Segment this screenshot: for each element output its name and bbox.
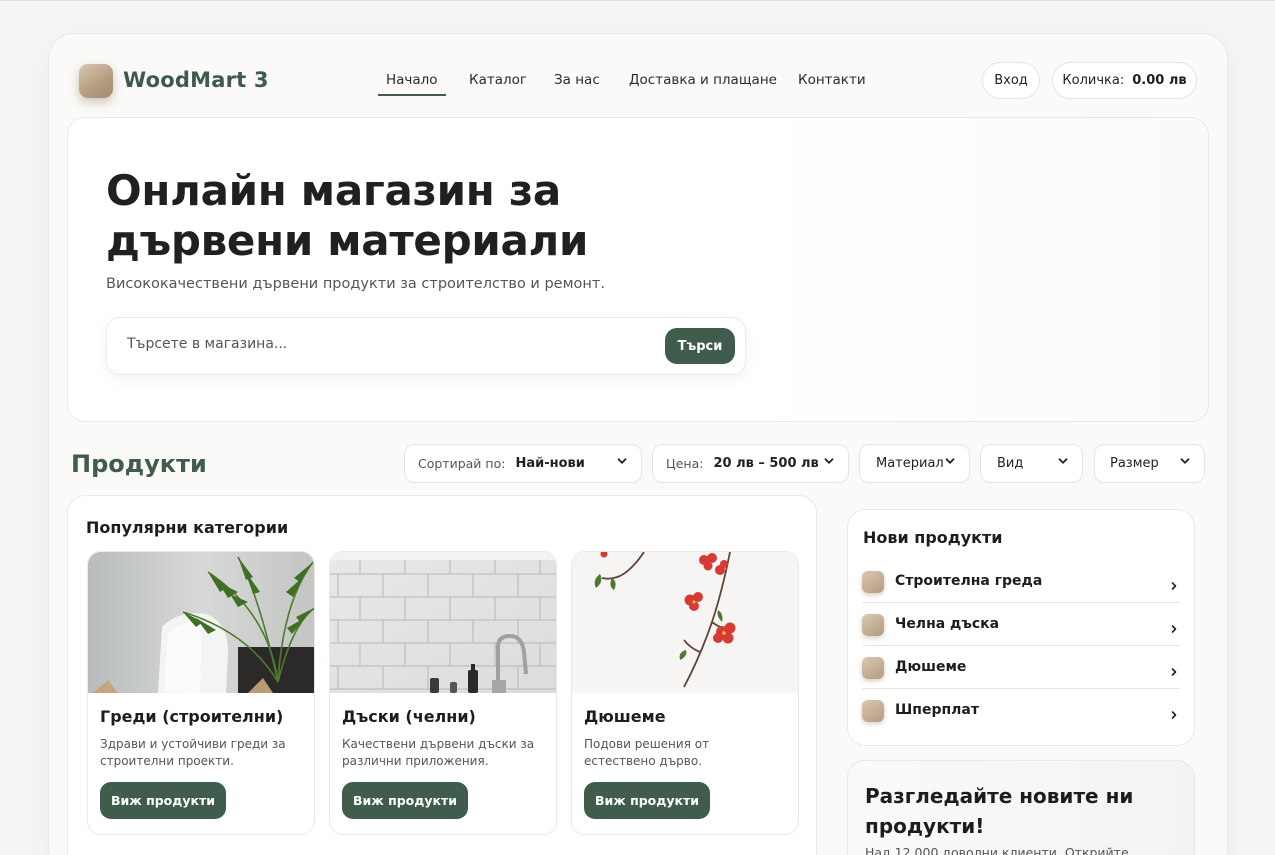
product-thumb-icon [862,614,884,636]
category-image-beams [88,552,314,693]
material-label: Материал [876,456,944,471]
price-select[interactable]: Цена: 20 лв – 500 лв [652,444,849,483]
popular-categories-card: Популярни категории Греди (строителни) З… [67,495,817,855]
promo-card[interactable]: Разгледайте новите ни продукти! Над 12 0… [847,760,1195,855]
chevron-right-icon [1170,662,1178,676]
promo-title: Разгледайте новите ни продукти! [865,784,1134,838]
new-product-name: Шперплат [895,702,979,718]
nav-catalog[interactable]: Каталог [469,72,527,88]
new-product-item[interactable]: Шперплат [862,689,1180,732]
category-title: Греди (строителни) [100,707,284,726]
new-product-name: Строителна греда [895,573,1043,589]
type-label: Вид [997,456,1024,471]
view-products-button[interactable]: Виж продукти [100,782,226,819]
chevron-down-icon [1180,456,1190,466]
hero-title: Онлайн магазин за дървени материали [106,166,589,265]
hero-banner: Онлайн магазин за дървени материали Висо… [67,117,1209,422]
price-value: 20 лв – 500 лв [713,456,819,471]
category-tile-beams[interactable]: Греди (строителни) Здрави и устойчиви гр… [87,551,315,835]
category-desc: Подови решения от естествено дърво. [584,737,710,768]
new-products-title: Нови продукти [863,528,1003,547]
category-title: Дюшеме [584,707,666,726]
chevron-down-icon [945,456,955,466]
new-product-item[interactable]: Челна дъска [862,603,1180,646]
chevron-down-icon [824,456,834,466]
category-image-boards [330,552,556,693]
new-products-card: Нови продукти Строителна греда Челна дъс… [847,509,1195,746]
category-desc: Качествени дървени дъски за различни при… [342,737,535,768]
categories-title: Популярни категории [86,518,289,537]
product-thumb-icon [862,571,884,593]
size-label: Размер [1110,456,1159,471]
sort-select[interactable]: Сортирай по: Най-нови [404,444,642,483]
category-tile-flooring[interactable]: Дюшеме Подови решения от естествено дърв… [571,551,799,835]
chevron-down-icon [1058,456,1068,466]
hero-subtitle: Висококачествени дървени продукти за стр… [106,276,605,292]
size-select[interactable]: Размер [1094,444,1205,483]
search-box: Търси [106,317,746,375]
new-product-name: Дюшеме [895,659,967,675]
category-desc: Здрави и устойчиви греди за строителни п… [100,737,286,768]
cart-total: 0.00 лв [1132,73,1187,88]
cart-label: Количка: [1062,73,1125,88]
search-input[interactable] [127,336,627,352]
category-tile-boards[interactable]: Дъски (челни) Качествени дървени дъски з… [329,551,557,835]
nav-about[interactable]: За нас [554,72,600,88]
view-products-button[interactable]: Виж продукти [584,782,710,819]
nav-delivery[interactable]: Доставка и плащане [629,72,777,88]
new-product-name: Челна дъска [895,616,1000,632]
chevron-down-icon [617,456,627,466]
price-label: Цена: [666,456,704,471]
top-border [0,0,1275,1]
chevron-right-icon [1170,619,1178,633]
new-product-item[interactable]: Дюшеме [862,646,1180,689]
chevron-right-icon [1170,576,1178,590]
view-products-button[interactable]: Виж продукти [342,782,468,819]
login-button[interactable]: Вход [982,62,1040,99]
cart-button[interactable]: Количка: 0.00 лв [1052,62,1197,99]
category-title: Дъски (челни) [342,707,476,726]
products-title: Продукти [71,450,207,478]
chevron-right-icon [1170,705,1178,719]
category-image-flooring [572,552,798,693]
search-button[interactable]: Търси [665,328,735,364]
sort-label: Сортирай по: [418,456,506,471]
material-select[interactable]: Материал [859,444,970,483]
sort-value: Най-нови [515,456,585,471]
product-thumb-icon [862,657,884,679]
type-select[interactable]: Вид [980,444,1083,483]
product-thumb-icon [862,700,884,722]
promo-text: Над 12 000 доволни клиенти. Открийте [865,845,1129,855]
login-label: Вход [994,73,1028,88]
nav-home[interactable]: Начало [378,72,446,96]
new-product-item[interactable]: Строителна греда [862,560,1180,603]
nav-contacts[interactable]: Контакти [798,72,866,88]
